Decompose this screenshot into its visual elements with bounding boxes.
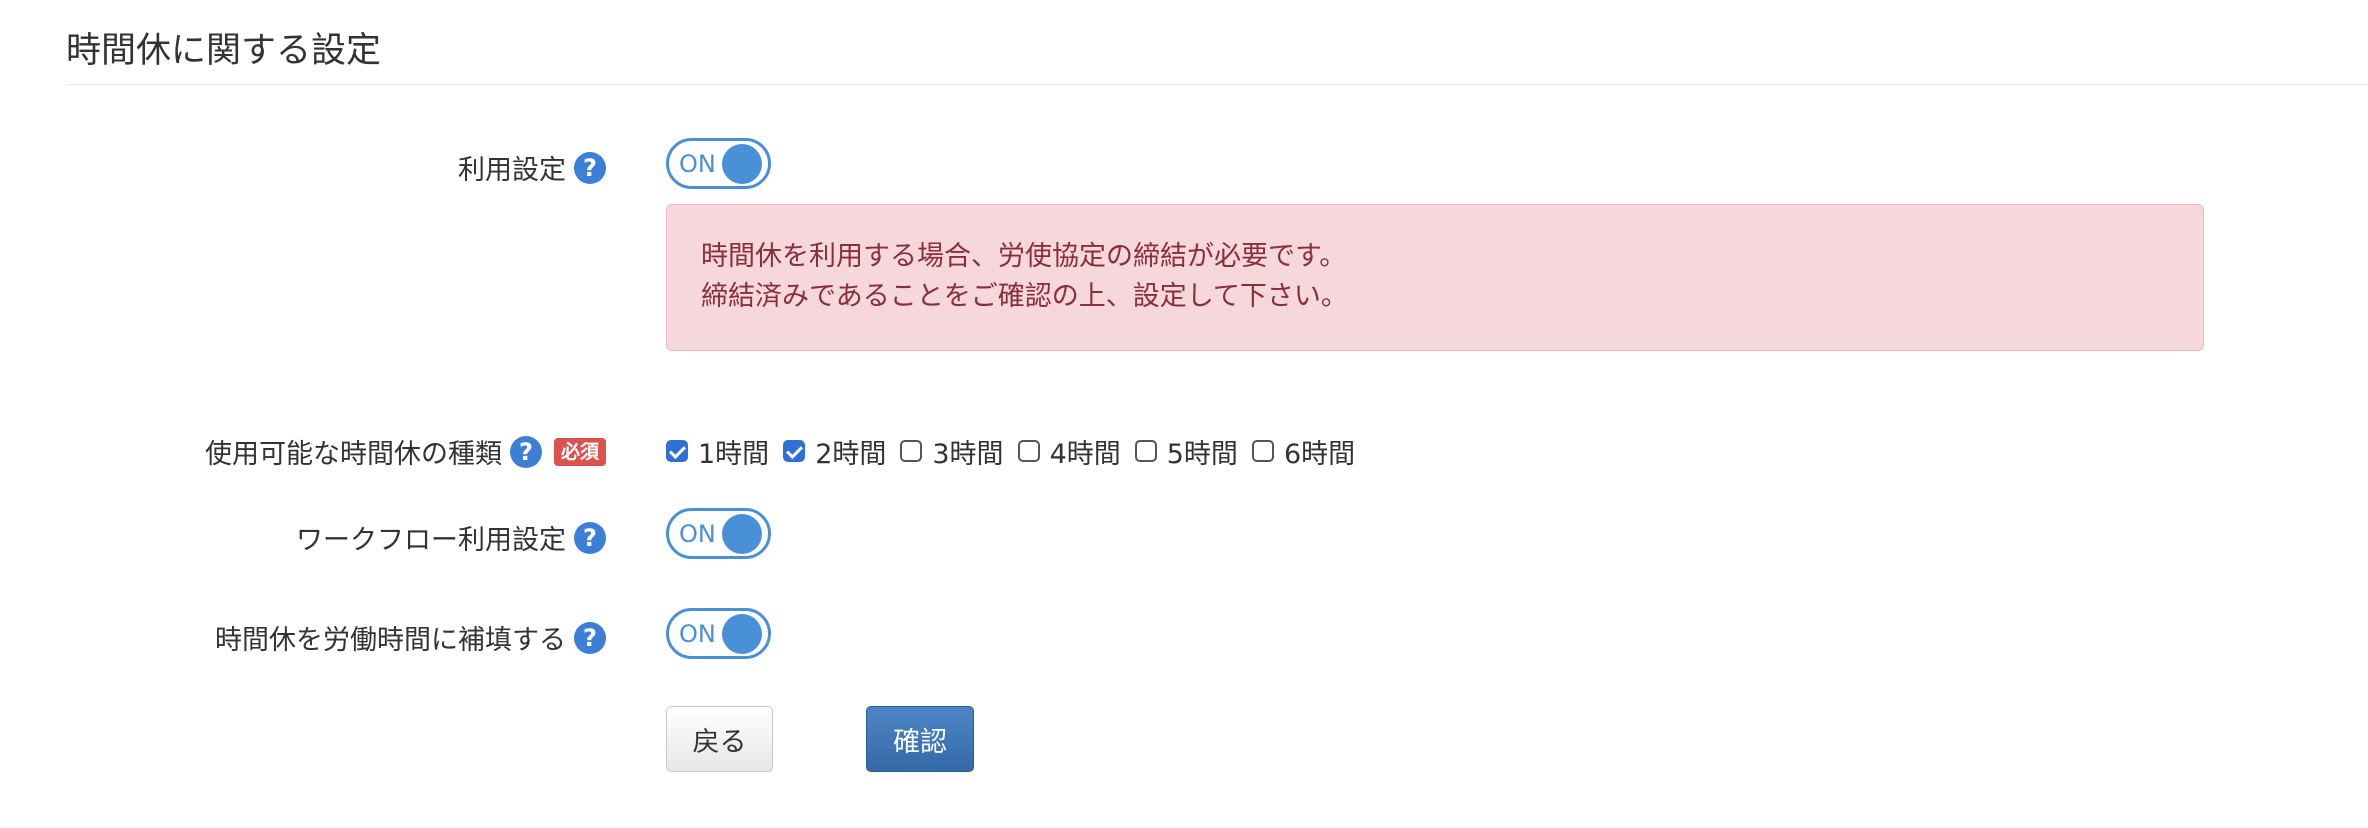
alert-line-1: 時間休を利用する場合、労使協定の締結が必要です。 xyxy=(701,241,1347,272)
types-label: 使用可能な時間休の種類 xyxy=(204,439,502,470)
agreement-alert: 時間休を利用する場合、労使協定の締結が必要です。 締結済みであることをご確認の上… xyxy=(666,204,2204,351)
usage-setting-label-row: 利用設定 ? xyxy=(458,148,606,187)
checkbox[interactable] xyxy=(1134,440,1157,462)
workflow-label: ワークフロー利用設定 xyxy=(296,525,566,556)
supplement-label: 時間休を労働時間に補填する xyxy=(215,625,566,656)
checkbox[interactable] xyxy=(900,440,923,462)
checkbox[interactable] xyxy=(1251,440,1274,462)
back-button[interactable]: 戻る xyxy=(666,706,773,772)
checkbox-1-hour[interactable]: 1時間 xyxy=(666,432,769,471)
toggle-state-label: ON xyxy=(679,519,716,548)
checkbox-label: 5時間 xyxy=(1166,438,1238,470)
help-icon[interactable]: ? xyxy=(574,621,606,654)
toggle-state-label: ON xyxy=(679,149,716,178)
toggle-state-label: ON xyxy=(679,619,716,648)
required-badge: 必須 xyxy=(553,437,606,466)
checkbox-label: 4時間 xyxy=(1049,438,1121,470)
usage-toggle[interactable]: ON xyxy=(666,138,771,189)
checkbox-label: 1時間 xyxy=(698,438,770,470)
toggle-knob xyxy=(722,513,762,554)
checkbox-label: 2時間 xyxy=(815,438,887,470)
help-icon[interactable]: ? xyxy=(574,521,606,554)
workflow-toggle[interactable]: ON xyxy=(666,508,771,559)
workflow-label-row: ワークフロー利用設定 ? xyxy=(296,518,606,557)
help-icon[interactable]: ? xyxy=(574,151,606,184)
help-icon[interactable]: ? xyxy=(509,435,542,468)
supplement-label-row: 時間休を労働時間に補填する ? xyxy=(215,618,606,657)
checkbox[interactable] xyxy=(666,440,688,462)
checkbox[interactable] xyxy=(783,440,806,462)
usage-setting-label: 利用設定 xyxy=(458,155,566,186)
checkbox-3-hours[interactable]: 3時間 xyxy=(900,432,1004,471)
checkbox-label: 3時間 xyxy=(932,438,1004,470)
checkbox-2-hours[interactable]: 2時間 xyxy=(783,432,886,471)
supplement-toggle[interactable]: ON xyxy=(666,608,771,659)
checkbox-label: 6時間 xyxy=(1283,438,1356,470)
toggle-knob xyxy=(722,613,762,654)
title-divider xyxy=(66,84,2368,85)
toggle-knob xyxy=(722,143,762,184)
alert-line-2: 締結済みであることをご確認の上、設定して下さい。 xyxy=(701,281,1348,312)
confirm-button[interactable]: 確認 xyxy=(866,706,974,772)
hour-type-checkboxes: 1時間 2時間 3時間 4時間 5時間 6時間 xyxy=(666,432,1369,470)
types-label-row: 使用可能な時間休の種類 ? 必須 xyxy=(205,432,606,471)
checkbox-6-hours[interactable]: 6時間 xyxy=(1251,432,1356,471)
checkbox-5-hours[interactable]: 5時間 xyxy=(1134,432,1238,471)
page-title: 時間休に関する設定 xyxy=(66,31,382,71)
checkbox-4-hours[interactable]: 4時間 xyxy=(1017,432,1121,471)
checkbox[interactable] xyxy=(1017,440,1040,462)
